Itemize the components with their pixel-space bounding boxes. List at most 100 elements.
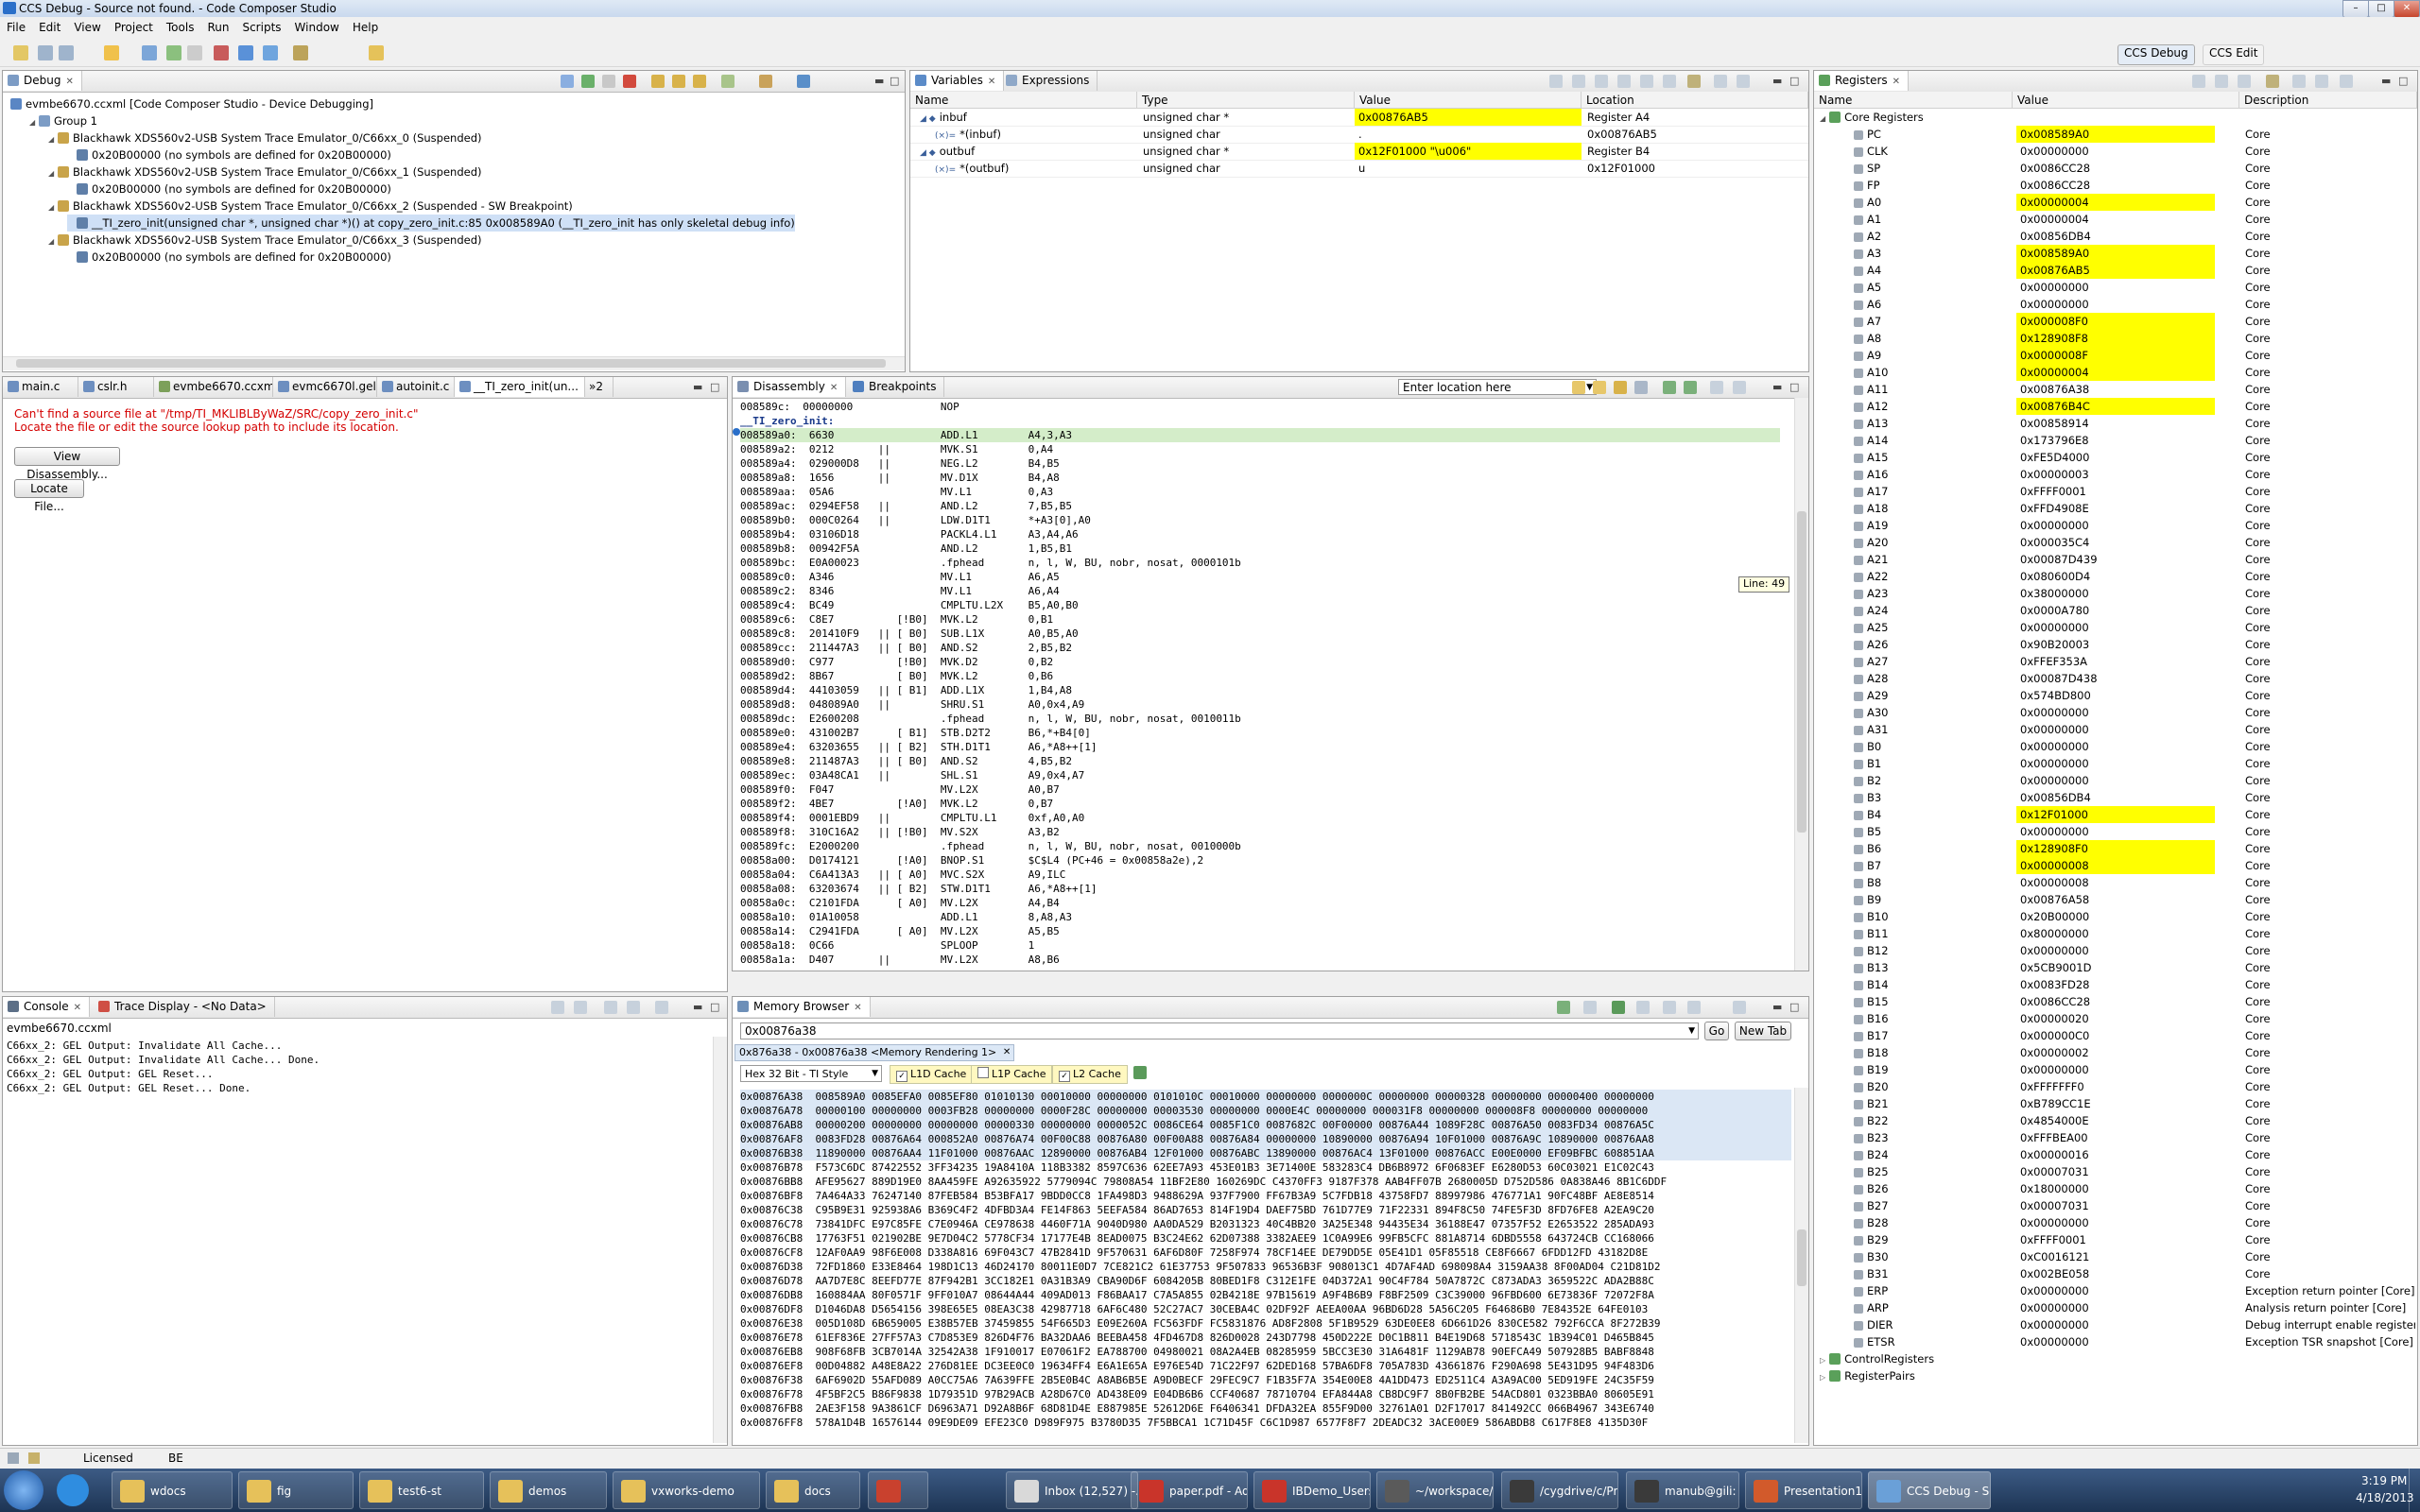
- register-row[interactable]: B4 0x12F01000 Core: [1814, 806, 2415, 823]
- memory-row[interactable]: 0x00876FF8 578A1D4B 16576144 09E9DE09 EF…: [740, 1416, 1791, 1430]
- reset-icon[interactable]: [238, 45, 253, 60]
- register-row[interactable]: A27 0xFFEF353A Core: [1814, 653, 2415, 670]
- memory-row[interactable]: 0x00876AB8 00000200 00000000 00000000 00…: [740, 1118, 1791, 1132]
- register-value[interactable]: 0x0086CC28: [2016, 160, 2215, 177]
- terminate-icon[interactable]: [623, 75, 636, 88]
- run-icon[interactable]: [581, 75, 595, 88]
- load-program-icon[interactable]: [187, 45, 202, 60]
- tray-icons[interactable]: [2269, 1482, 2354, 1499]
- refresh-memory-icon[interactable]: [1557, 1001, 1570, 1014]
- console-vscrollbar[interactable]: [713, 1037, 727, 1443]
- editor-tab[interactable]: evmc6670l.gel: [273, 377, 377, 397]
- register-value[interactable]: 0x00000000: [2016, 721, 2215, 738]
- minimize-button[interactable]: –: [2342, 0, 2369, 18]
- new-icon[interactable]: [13, 45, 28, 60]
- disassembly-line[interactable]: 008589a2: 0212 || MVK.S1 0,A4: [740, 442, 1780, 456]
- variable-value[interactable]: u: [1355, 160, 1582, 177]
- register-value[interactable]: 0x18000000: [2016, 1180, 2215, 1197]
- disassembly-line[interactable]: 00858a0c: C2101FDA [ A0] MV.L2X A4,B4: [740, 896, 1780, 910]
- debug-tree-item[interactable]: 0x20B00000 (no symbols are defined for 0…: [67, 180, 391, 198]
- taskbar-button[interactable]: fig: [238, 1471, 354, 1509]
- scroll-lock-icon[interactable]: [574, 1001, 587, 1014]
- register-row[interactable]: A18 0xFFD4908E Core: [1814, 500, 2415, 517]
- memory-row[interactable]: 0x00876E78 61EF836E 27FF57A3 C7D853E9 82…: [740, 1331, 1791, 1345]
- disassembly-line[interactable]: 008589b0: 000C0264 || LDW.D1T1 *+A3[0],A…: [740, 513, 1780, 527]
- l1p-cache-checkbox[interactable]: [977, 1067, 989, 1078]
- register-row[interactable]: A21 0x00087D439 Core: [1814, 551, 2415, 568]
- register-value[interactable]: 0xC0016121: [2016, 1248, 2215, 1265]
- col-type[interactable]: Type: [1137, 92, 1355, 109]
- register-value[interactable]: 0x00000000: [2016, 1333, 2215, 1350]
- register-value[interactable]: 0x0086CC28: [2016, 177, 2215, 194]
- close-tab-icon[interactable]: ✕: [988, 77, 995, 87]
- expand-arrow-icon[interactable]: ◢: [29, 114, 39, 131]
- dropdown-arrow-icon[interactable]: ▼: [1688, 1023, 1695, 1040]
- view-menu-icon[interactable]: [2340, 75, 2353, 88]
- register-row[interactable]: B26 0x18000000 Core: [1814, 1180, 2415, 1197]
- new-tab-button[interactable]: New Tab: [1735, 1022, 1791, 1040]
- register-value[interactable]: 0x00000000: [2016, 1061, 2215, 1078]
- register-value[interactable]: 0xFFFF0001: [2016, 483, 2215, 500]
- expand-arrow-icon[interactable]: ◢: [1820, 114, 1825, 123]
- disassembly-line[interactable]: 008589f0: F047 MV.L2X A0,B7: [740, 782, 1780, 797]
- register-row[interactable]: A8 0x128908F8 Core: [1814, 330, 2415, 347]
- register-row[interactable]: B19 0x00000000 Core: [1814, 1061, 2415, 1078]
- register-row[interactable]: B27 0x00007031 Core: [1814, 1197, 2415, 1214]
- register-row[interactable]: A10 0x00000004 Core: [1814, 364, 2415, 381]
- maximize-view-icon[interactable]: □: [710, 381, 719, 393]
- register-value[interactable]: 0x00000000: [2016, 279, 2215, 296]
- register-value[interactable]: 0x00087D439: [2016, 551, 2215, 568]
- register-row[interactable]: A25 0x00000000 Core: [1814, 619, 2415, 636]
- register-value[interactable]: 0x00856DB4: [2016, 228, 2215, 245]
- variable-row[interactable]: (×)= *(outbuf) unsigned char u 0x12F01000: [910, 160, 1808, 178]
- register-row[interactable]: A28 0x00087D438 Core: [1814, 670, 2415, 687]
- disassembly-line[interactable]: 008589a8: 1656 || MV.D1X B4,A8: [740, 471, 1780, 485]
- disassembly-vscrollbar[interactable]: [1794, 398, 1808, 971]
- memory-row[interactable]: 0x00876D38 72FD1860 E33E8464 198D1C13 46…: [740, 1260, 1791, 1274]
- register-value[interactable]: 0x12F01000: [2016, 806, 2215, 823]
- register-row[interactable]: B20 0xFFFFFFF0 Core: [1814, 1078, 2415, 1095]
- view-menu-icon[interactable]: [1733, 1001, 1746, 1014]
- fill-memory-icon[interactable]: [1636, 1001, 1650, 1014]
- disassembly-line[interactable]: 008589d4: 44103059 || [ B1] ADD.L1X 1,B4…: [740, 683, 1780, 697]
- minimize-view-icon[interactable]: ▬: [1772, 75, 1782, 87]
- minimize-view-icon[interactable]: ▬: [874, 75, 884, 87]
- register-row[interactable]: B3 0x00856DB4 Core: [1814, 789, 2415, 806]
- register-value[interactable]: 0x0083FD28: [2016, 976, 2215, 993]
- memory-row[interactable]: 0x00876A38 008589A0 0085EFA0 0085EF80 01…: [740, 1090, 1791, 1104]
- taskbar-button[interactable]: demos: [490, 1471, 607, 1509]
- start-button[interactable]: [4, 1470, 43, 1510]
- register-value[interactable]: 0x00856DB4: [2016, 789, 2215, 806]
- save-memory-icon[interactable]: [1583, 1001, 1597, 1014]
- refresh-disassembly-icon[interactable]: [1710, 381, 1723, 394]
- register-row[interactable]: B24 0x00000016 Core: [1814, 1146, 2415, 1163]
- new-memory-view-icon[interactable]: [1687, 1001, 1701, 1014]
- register-row[interactable]: A26 0x90B20003 Core: [1814, 636, 2415, 653]
- expand-arrow-icon[interactable]: ◢ ◆: [920, 114, 936, 124]
- register-value[interactable]: 0x002BE058: [2016, 1265, 2215, 1282]
- close-tab-icon[interactable]: ✕: [65, 77, 73, 87]
- disassembly-line[interactable]: 008589f8: 310C16A2 || [!B0] MV.S2X A3,B2: [740, 825, 1780, 839]
- minimize-view-icon[interactable]: ▬: [693, 1001, 702, 1013]
- display-console-icon[interactable]: [627, 1001, 640, 1014]
- taskbar-button[interactable]: Inbox (12,527) -...: [1006, 1471, 1138, 1509]
- register-value[interactable]: 0x00000000: [2016, 143, 2215, 160]
- register-value[interactable]: 0xFE5D4000: [2016, 449, 2215, 466]
- memory-row[interactable]: 0x00876B38 11890000 00876AA4 11F01000 00…: [740, 1146, 1791, 1160]
- debug-tree-item[interactable]: evmbe6670.ccxml [Code Composer Studio - …: [10, 95, 373, 112]
- assembly-step-into-icon[interactable]: [1663, 381, 1676, 394]
- close-window-button[interactable]: ✕: [2394, 0, 2420, 18]
- menu-scripts[interactable]: Scripts: [235, 17, 287, 34]
- disassembly-line[interactable]: 00858a14: C2941FDA [ A0] MV.L2X A5,B5: [740, 924, 1780, 938]
- debug-tree-item[interactable]: 0x20B00000 (no symbols are defined for 0…: [67, 146, 391, 163]
- taskbar-button[interactable]: [868, 1471, 928, 1509]
- memory-row[interactable]: 0x00876B78 F573C6DC 87422552 3FF34235 19…: [740, 1160, 1791, 1175]
- format-select[interactable]: Hex 32 Bit - TI Style ▼: [740, 1065, 882, 1082]
- assembly-step-over-icon[interactable]: [1684, 381, 1697, 394]
- register-value[interactable]: 0x00876AB5: [2016, 262, 2215, 279]
- register-value[interactable]: 0x00000000: [2016, 619, 2215, 636]
- register-row[interactable]: B12 0x00000000 Core: [1814, 942, 2415, 959]
- tab-breakpoints[interactable]: Breakpoints: [848, 377, 945, 397]
- disassembly-line[interactable]: 008589b8: 00942F5A AND.L2 1,B5,B1: [740, 541, 1780, 556]
- register-row[interactable]: A23 0x38000000 Core: [1814, 585, 2415, 602]
